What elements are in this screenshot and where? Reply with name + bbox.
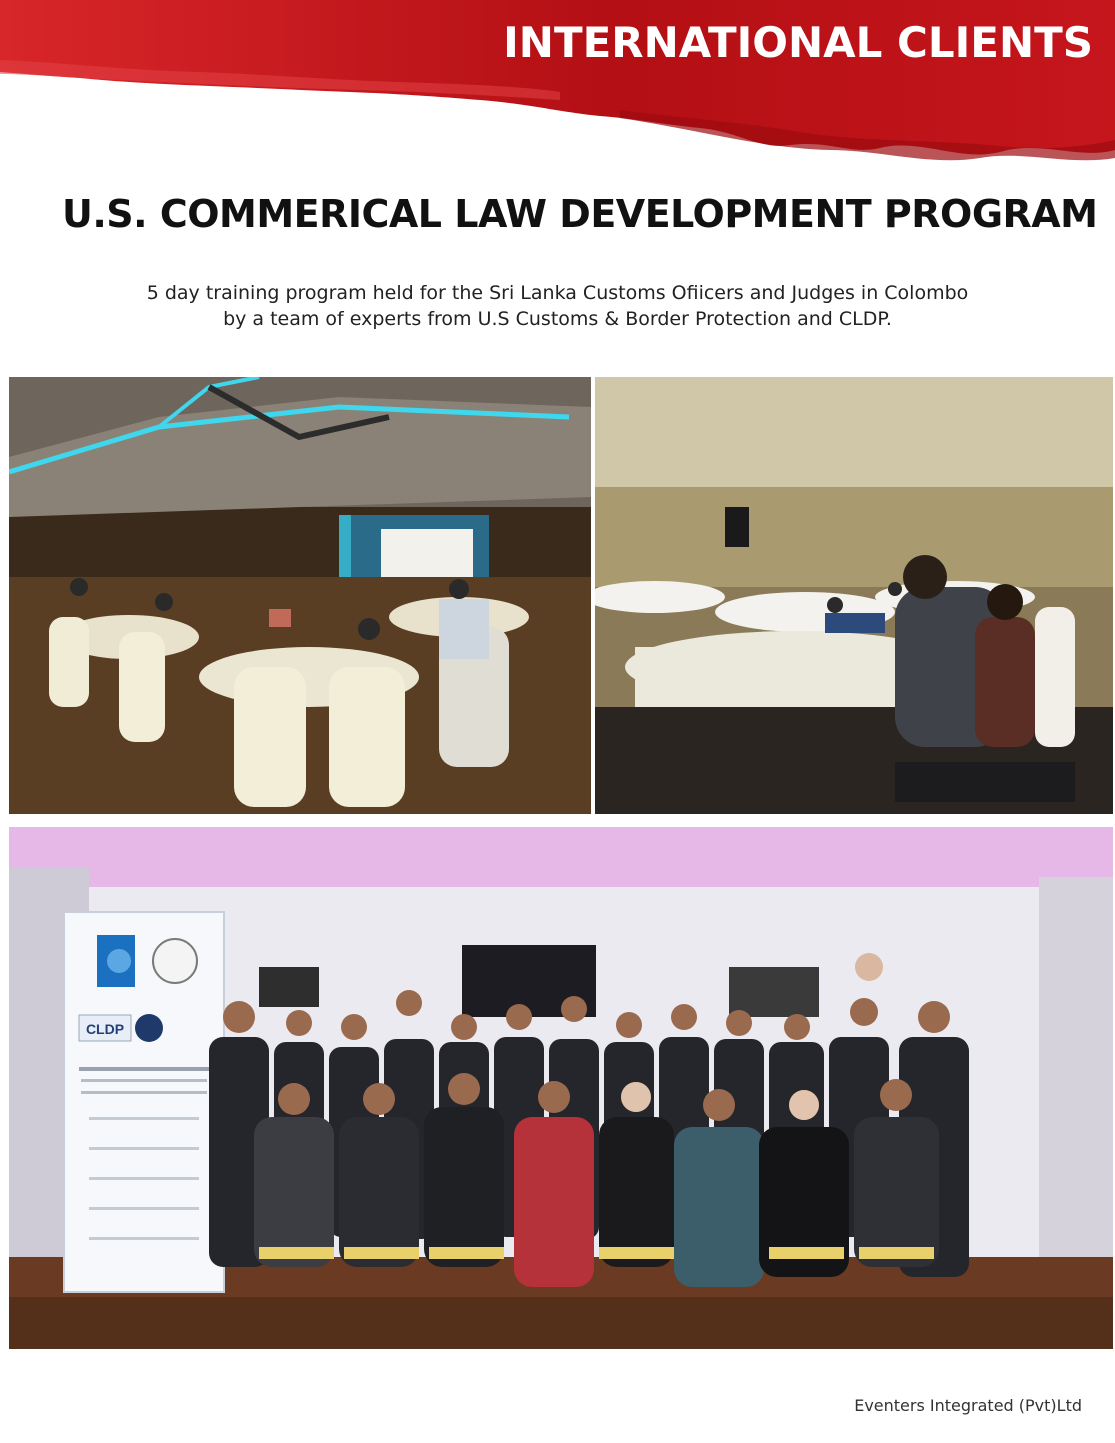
section-title: INTERNATIONAL CLIENTS [503, 18, 1093, 67]
program-description-line-1: 5 day training program held for the Sri … [146, 282, 969, 304]
group-photo: CLDP [9, 827, 1113, 1349]
program-description: 5 day training program held for the Sri … [0, 280, 1115, 332]
cldp-logo-text: CLDP [86, 1021, 124, 1037]
conference-hall-photo [9, 377, 591, 814]
program-title: U.S. COMMERICAL LAW DEVELOPMENT PROGRAM [62, 192, 1098, 236]
footer-company-name: Eventers Integrated (Pvt)Ltd [854, 1396, 1082, 1415]
round-table-photo [595, 377, 1113, 814]
program-description-line-2: by a team of experts from U.S Customs & … [223, 308, 892, 330]
